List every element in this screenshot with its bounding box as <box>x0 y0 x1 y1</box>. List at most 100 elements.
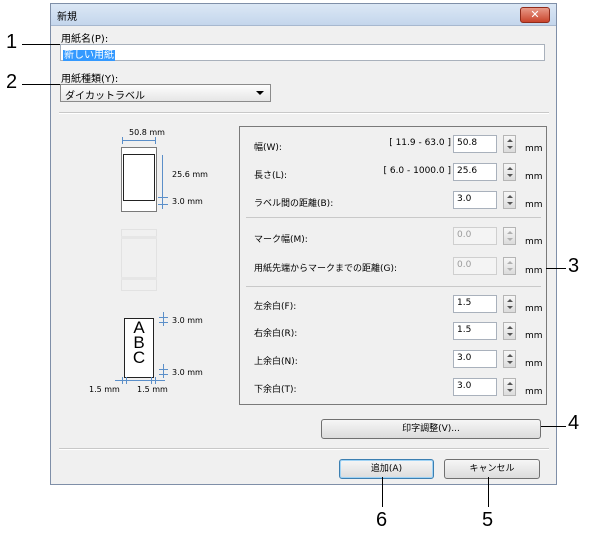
top-margin-label: 上余白(N): <box>254 357 298 367</box>
spin-up-icon[interactable] <box>507 231 513 234</box>
paper-type-label: 用紙種類(Y): <box>61 74 119 85</box>
left-margin-stepper[interactable] <box>503 295 516 313</box>
chevron-down-icon[interactable] <box>256 91 264 95</box>
label-gap-input[interactable]: 3.0 <box>453 191 497 209</box>
paper-name-value: 新しい用紙 <box>63 50 115 61</box>
spin-up-icon[interactable] <box>507 299 513 302</box>
width-input[interactable]: 50.8 <box>453 135 497 153</box>
top-margin-stepper[interactable] <box>503 350 516 368</box>
window-title: 新規 <box>57 12 77 23</box>
callout-2: 2 <box>6 71 18 93</box>
width-dimension-tick-right <box>155 137 156 144</box>
paper-type-value: ダイカットラベル <box>65 91 145 102</box>
title-bar: 新規 ✕ <box>51 4 556 26</box>
width-range: [ 11.9 - 63.0 ] <box>389 138 451 148</box>
mark-distance-stepper[interactable] <box>503 257 516 275</box>
mark-preview-bar-bottom <box>121 277 157 280</box>
spin-up-icon[interactable] <box>507 167 513 170</box>
width-dimension-line <box>122 140 155 141</box>
sample-letter-c: C <box>132 348 146 367</box>
mark-width-stepper[interactable] <box>503 227 516 245</box>
bottom-margin-unit: mm <box>525 387 543 397</box>
sample-text: A B C <box>129 319 149 367</box>
callout-1-line <box>22 44 60 45</box>
callout-3-line <box>546 268 566 269</box>
right-margin-tick-b <box>155 377 156 384</box>
die-cut-label <box>123 154 155 201</box>
spin-down-icon[interactable] <box>507 389 513 392</box>
top-margin-dimension-line <box>163 312 164 326</box>
length-range: [ 6.0 - 1000.0 ] <box>383 166 451 176</box>
length-stepper[interactable] <box>503 163 516 181</box>
callout-4: 4 <box>568 412 580 434</box>
preview-right-margin-text: 1.5 mm <box>137 385 168 394</box>
callout-2-line <box>22 84 60 85</box>
spin-down-icon[interactable] <box>507 268 513 271</box>
preview-top-margin-text: 3.0 mm <box>172 316 203 325</box>
callout-4-line <box>541 426 566 427</box>
close-button[interactable]: ✕ <box>520 7 550 23</box>
mark-width-input[interactable]: 0.0 <box>453 227 497 245</box>
spin-down-icon[interactable] <box>507 306 513 309</box>
paper-type-select[interactable]: ダイカットラベル <box>60 84 271 102</box>
gap-dimension-tick-top <box>158 197 168 198</box>
gap-dimension-tick-bottom <box>158 204 168 205</box>
bottom-margin-input[interactable]: 3.0 <box>453 378 497 396</box>
spin-down-icon[interactable] <box>507 174 513 177</box>
left-margin-tick-b <box>126 377 127 384</box>
add-button[interactable]: 追加(A) <box>339 459 434 479</box>
callout-1: 1 <box>6 31 18 53</box>
preview-length-text: 25.6 mm <box>172 170 208 179</box>
mark-width-label: マーク幅(M): <box>254 235 308 245</box>
right-margin-unit: mm <box>525 331 543 341</box>
callout-5: 5 <box>482 509 494 531</box>
left-margin-unit: mm <box>525 304 543 314</box>
length-unit: mm <box>525 172 543 182</box>
spin-down-icon[interactable] <box>507 361 513 364</box>
spin-up-icon[interactable] <box>507 326 513 329</box>
length-input[interactable]: 25.6 <box>453 163 497 181</box>
top-margin-tick-top <box>159 317 168 318</box>
label-gap-stepper[interactable] <box>503 191 516 209</box>
bottom-margin-tick-top <box>159 369 168 370</box>
width-stepper[interactable] <box>503 135 516 153</box>
mark-preview-bar-top <box>121 236 157 239</box>
top-margin-unit: mm <box>525 359 543 369</box>
width-unit: mm <box>525 144 543 154</box>
spin-up-icon[interactable] <box>507 354 513 357</box>
bottom-margin-dimension-line <box>163 364 164 378</box>
left-margin-label: 左余白(F): <box>254 302 297 312</box>
callout-5-line <box>488 477 489 507</box>
top-margin-input[interactable]: 3.0 <box>453 350 497 368</box>
left-margin-input[interactable]: 1.5 <box>453 295 497 313</box>
spin-up-icon[interactable] <box>507 261 513 264</box>
spin-up-icon[interactable] <box>507 139 513 142</box>
cancel-button[interactable]: キャンセル <box>444 459 540 479</box>
spin-up-icon[interactable] <box>507 382 513 385</box>
right-margin-tick-a <box>151 377 152 384</box>
bottom-margin-stepper[interactable] <box>503 378 516 396</box>
spin-down-icon[interactable] <box>507 146 513 149</box>
right-margin-stepper[interactable] <box>503 322 516 340</box>
right-margin-input[interactable]: 1.5 <box>453 322 497 340</box>
paper-name-input[interactable]: 新しい用紙 <box>60 44 545 61</box>
divider-bottom <box>59 448 549 450</box>
print-adjust-button[interactable]: 印字調整(V)... <box>321 419 541 439</box>
mark-distance-label: 用紙先端からマークまでの距離(G): <box>254 264 398 274</box>
top-margin-tick-bottom <box>159 322 168 323</box>
settings-separator-1 <box>246 217 541 218</box>
close-icon[interactable]: ✕ <box>530 8 539 21</box>
mark-width-unit: mm <box>525 237 543 247</box>
spin-up-icon[interactable] <box>507 195 513 198</box>
width-label: 幅(W): <box>254 143 282 153</box>
callout-6: 6 <box>376 509 388 531</box>
mark-distance-input[interactable]: 0.0 <box>453 257 497 275</box>
length-label: 長さ(L): <box>254 171 288 181</box>
bottom-margin-label: 下余白(T): <box>254 385 297 395</box>
preview-bottom-margin-text: 3.0 mm <box>172 368 203 377</box>
spin-down-icon[interactable] <box>507 202 513 205</box>
spin-down-icon[interactable] <box>507 333 513 336</box>
callout-3: 3 <box>568 255 580 277</box>
label-gap-label: ラベル間の距離(B): <box>254 199 334 209</box>
spin-down-icon[interactable] <box>507 238 513 241</box>
